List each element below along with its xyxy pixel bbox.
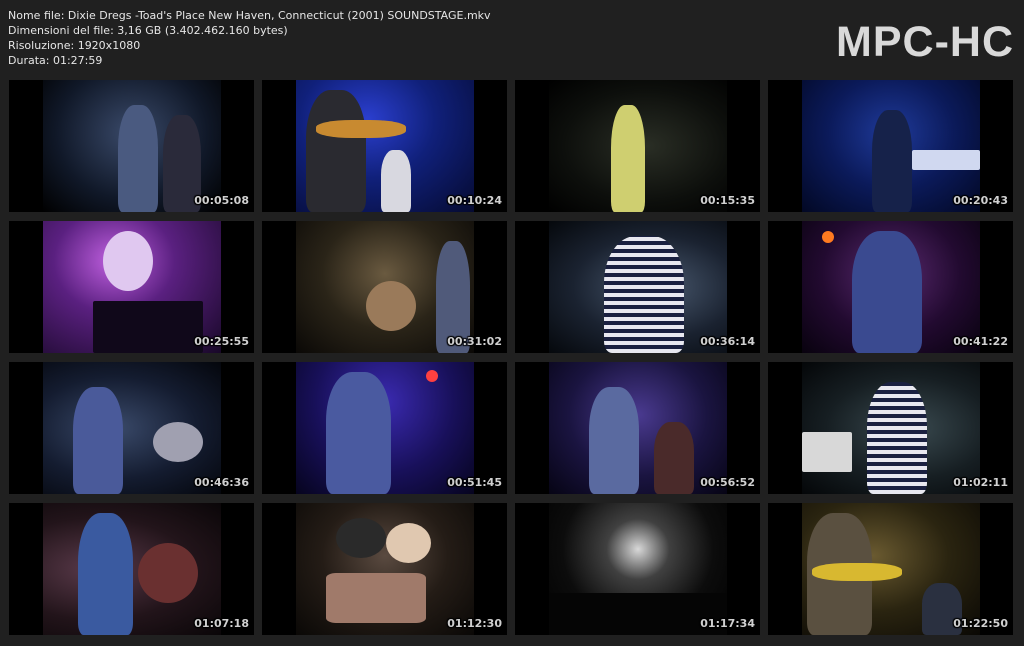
thumbnail: 00:56:52 — [515, 362, 760, 494]
resolution-line: Risoluzione: 1920x1080 — [8, 39, 141, 52]
timestamp: 00:36:14 — [700, 335, 755, 348]
video-frame — [549, 362, 727, 494]
thumbnail: 00:36:14 — [515, 221, 760, 353]
thumbnail: 00:05:08 — [9, 80, 254, 212]
video-frame — [43, 503, 221, 635]
duration-line: Durata: 01:27:59 — [8, 54, 103, 67]
timestamp: 00:05:08 — [194, 194, 249, 207]
thumbnail: 00:20:43 — [768, 80, 1013, 212]
thumbnail: 01:22:50 — [768, 503, 1013, 635]
thumbnail: 00:10:24 — [262, 80, 507, 212]
video-frame — [296, 221, 474, 353]
timestamp: 00:20:43 — [953, 194, 1008, 207]
video-frame — [549, 80, 727, 212]
timestamp: 01:07:18 — [194, 617, 249, 630]
thumbnail-grid: 00:05:08 00:10:24 00:15:35 00:20:43 00:2… — [9, 80, 1013, 635]
video-frame — [43, 80, 221, 212]
mpc-hc-logo: MPC-HC — [836, 18, 1014, 66]
thumbnail: 00:41:22 — [768, 221, 1013, 353]
timestamp: 00:15:35 — [700, 194, 755, 207]
video-frame — [43, 362, 221, 494]
timestamp: 00:41:22 — [953, 335, 1008, 348]
timestamp: 00:51:45 — [447, 476, 502, 489]
video-frame — [802, 362, 980, 494]
video-frame — [802, 80, 980, 212]
thumbnail: 00:15:35 — [515, 80, 760, 212]
video-frame — [549, 221, 727, 353]
video-frame — [296, 80, 474, 212]
video-frame — [802, 221, 980, 353]
thumbnail: 00:31:02 — [262, 221, 507, 353]
thumbnail: 01:12:30 — [262, 503, 507, 635]
thumbnail: 01:07:18 — [9, 503, 254, 635]
video-frame — [296, 362, 474, 494]
file-info: Nome file: Dixie Dregs -Toad's Place New… — [8, 8, 491, 68]
timestamp: 01:17:34 — [700, 617, 755, 630]
video-frame — [802, 503, 980, 635]
timestamp: 00:31:02 — [447, 335, 502, 348]
video-frame — [296, 503, 474, 635]
timestamp: 00:56:52 — [700, 476, 755, 489]
thumbnail: 01:02:11 — [768, 362, 1013, 494]
file-size-line: Dimensioni del file: 3,16 GB (3.402.462.… — [8, 24, 288, 37]
timestamp: 01:22:50 — [953, 617, 1008, 630]
thumbnail: 00:51:45 — [262, 362, 507, 494]
video-frame — [549, 503, 727, 635]
video-frame — [43, 221, 221, 353]
timestamp: 00:10:24 — [447, 194, 502, 207]
file-name-line: Nome file: Dixie Dregs -Toad's Place New… — [8, 9, 491, 22]
timestamp: 00:46:36 — [194, 476, 249, 489]
thumbnail-sheet: Nome file: Dixie Dregs -Toad's Place New… — [0, 0, 1024, 646]
thumbnail: 01:17:34 — [515, 503, 760, 635]
timestamp: 00:25:55 — [194, 335, 249, 348]
thumbnail: 00:25:55 — [9, 221, 254, 353]
timestamp: 01:02:11 — [953, 476, 1008, 489]
timestamp: 01:12:30 — [447, 617, 502, 630]
thumbnail: 00:46:36 — [9, 362, 254, 494]
